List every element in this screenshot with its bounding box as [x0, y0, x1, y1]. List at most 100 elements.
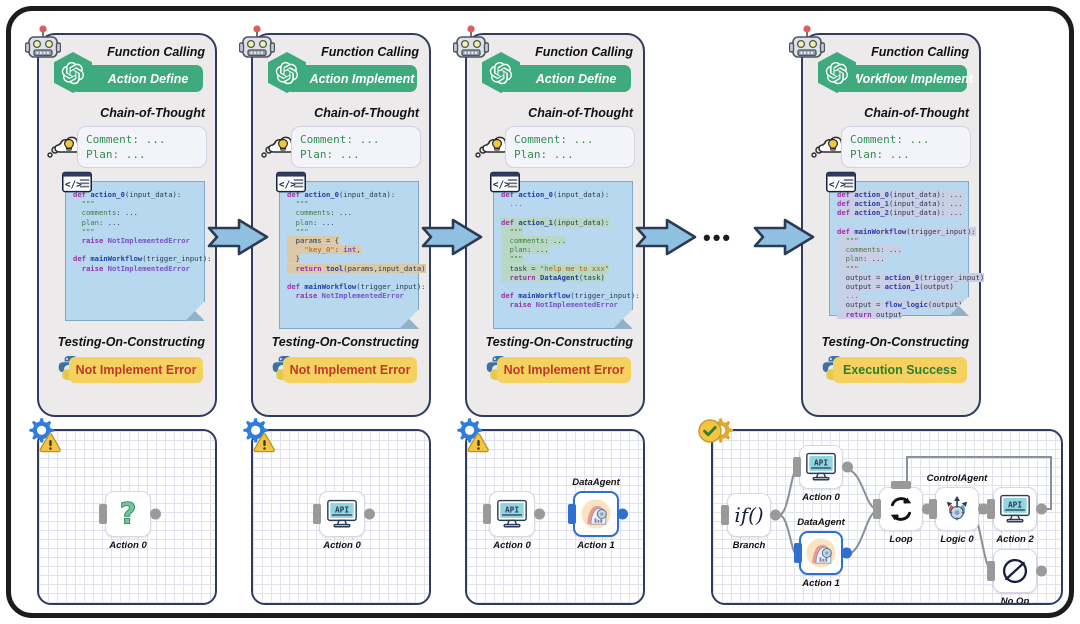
- node-output-port[interactable]: [770, 509, 781, 521]
- cot-box-1: Comment: ... Plan: ...: [77, 126, 207, 168]
- node-label-action-0: Action 0: [493, 540, 531, 551]
- code-file-icon: [488, 171, 520, 193]
- gear-warning-icon: [23, 417, 67, 457]
- testing-label: Testing-On-Constructing: [57, 335, 205, 349]
- workflow-node-action-2[interactable]: [987, 487, 1047, 531]
- workflow-node-action-1[interactable]: [794, 531, 852, 575]
- workflow-node-no-op[interactable]: [987, 549, 1047, 593]
- code-file-icon: [826, 171, 856, 193]
- workflow-node-loop[interactable]: [873, 481, 933, 531]
- workflow-node-action-0[interactable]: [99, 491, 161, 537]
- code-text-4: def action_0(input_data): ... def action…: [837, 190, 985, 319]
- node-output-port[interactable]: [364, 508, 375, 520]
- workflow-node-logic-0[interactable]: [929, 487, 989, 531]
- status-badge-3: Not Implement Error: [497, 357, 631, 383]
- node-label-action-0: Action 0: [109, 540, 147, 551]
- code-block-3: def action_0(input_data): ... def action…: [493, 181, 640, 329]
- right-arrow: [421, 217, 485, 257]
- code-block-1: def action_0(input_data): """ comments: …: [65, 181, 212, 321]
- cot-line-plan: Plan: ...: [514, 148, 574, 161]
- action-pill-3[interactable]: Action Define: [482, 52, 631, 93]
- node-input-port[interactable]: [873, 499, 881, 519]
- code-file-icon: [276, 171, 306, 193]
- flow-arrow-3: [635, 217, 699, 257]
- question-mark-icon: [111, 494, 145, 534]
- status-badge-label: Not Implement Error: [289, 363, 411, 377]
- node-input-port[interactable]: [987, 499, 995, 519]
- node-input-port[interactable]: [568, 504, 576, 524]
- node-label-action-0: Action 0: [323, 540, 361, 551]
- flow-arrow-1: [207, 217, 271, 257]
- testing-label: Testing-On-Constructing: [485, 335, 633, 349]
- diagram-stage: Function Calling Action Define Chain-of-Th…: [11, 11, 1079, 623]
- gear-warning-icon: [451, 417, 495, 457]
- robot-icon: [453, 25, 489, 67]
- gear-warning-icon: [451, 417, 495, 457]
- status-badge-4: Execution Success: [833, 357, 967, 383]
- cot-line-plan: Plan: ...: [850, 148, 910, 161]
- workflow-node-action-0[interactable]: [483, 491, 545, 537]
- function-calling-label: Function Calling: [321, 45, 419, 59]
- node-input-port[interactable]: [99, 504, 107, 524]
- function-calling-label: Function Calling: [871, 45, 969, 59]
- action-pill-1[interactable]: Action Define: [54, 52, 203, 93]
- agent-panel-3: Function Calling Action Define Chain-of-Th…: [465, 33, 645, 417]
- workflow-node-action-0[interactable]: [793, 445, 853, 489]
- api-monitor-icon: [998, 493, 1032, 525]
- gear-warning-icon: [237, 417, 281, 457]
- action-pill-label: Action Implement: [309, 71, 415, 86]
- diagram-frame: Function Calling Action Define Chain-of-Th…: [6, 6, 1074, 618]
- workflow-canvas-4[interactable]: Branch Action 0 Action 1 DataAgent Loop Logic…: [711, 429, 1063, 605]
- gear-check-icon: [697, 417, 741, 457]
- node-input-port[interactable]: [987, 561, 995, 581]
- chain-of-thought-label: Chain-of-Thought: [100, 106, 205, 120]
- action-pill-4[interactable]: Workflow Implement: [818, 52, 973, 93]
- agent-panel-2: Function Calling Action Implement Chain-of…: [251, 33, 431, 417]
- node-output-port[interactable]: [617, 508, 628, 520]
- status-badge-label: Not Implement Error: [75, 363, 197, 377]
- code-text-1: def action_0(input_data): """ comments: …: [73, 190, 212, 273]
- node-output-port[interactable]: [1036, 503, 1047, 515]
- agent-panel-4: Function Calling Workflow Implement Chain-…: [801, 33, 985, 417]
- openai-icon: [489, 61, 513, 85]
- node-output-port[interactable]: [842, 461, 853, 473]
- node-input-port[interactable]: [794, 543, 802, 563]
- cot-line-plan: Plan: ...: [300, 148, 360, 161]
- chain-of-thought-label: Chain-of-Thought: [314, 106, 419, 120]
- code-block-2: def action_0(input_data): """ comments: …: [279, 181, 426, 329]
- code-text-3: def action_0(input_data): ... def action…: [501, 190, 640, 310]
- node-input-port[interactable]: [483, 504, 491, 524]
- action-pill-2[interactable]: Action Implement: [268, 52, 417, 93]
- flow-ellipsis: •••: [703, 225, 733, 250]
- if-branch-icon: [730, 502, 768, 528]
- node-input-port[interactable]: [721, 505, 729, 525]
- node-input-port[interactable]: [929, 499, 937, 519]
- node-output-port[interactable]: [1036, 565, 1047, 577]
- node-input-port[interactable]: [793, 457, 801, 477]
- code-file-icon: [60, 171, 92, 193]
- action-pill-label: Action Define: [535, 71, 617, 86]
- cot-box-4: Comment: ... Plan: ...: [841, 126, 971, 168]
- robot-icon: [789, 25, 825, 67]
- data-agent-icon: [805, 537, 837, 569]
- cot-box-3: Comment: ... Plan: ...: [505, 126, 635, 168]
- code-text-2: def action_0(input_data): """ comments: …: [287, 190, 426, 301]
- node-input-port[interactable]: [313, 504, 321, 524]
- node-output-port[interactable]: [534, 508, 545, 520]
- robot-icon: [239, 25, 275, 67]
- workflow-node-action-0[interactable]: [313, 491, 375, 537]
- node-label-action-1: Action 1: [802, 578, 840, 589]
- workflow-node-branch[interactable]: [721, 493, 781, 537]
- data-agent-icon: [580, 498, 612, 530]
- node-top-label-controlagent: ControlAgent: [926, 473, 988, 484]
- workflow-node-action-1[interactable]: [568, 491, 628, 537]
- gear-check-icon: [697, 417, 741, 457]
- node-label-branch: Branch: [732, 540, 766, 551]
- node-output-port[interactable]: [841, 547, 852, 559]
- node-output-port[interactable]: [150, 508, 161, 520]
- cot-line-comment: Comment: ...: [300, 133, 380, 146]
- node-top-port[interactable]: [891, 481, 911, 489]
- loop-icon: [886, 494, 916, 524]
- testing-label: Testing-On-Constructing: [271, 335, 419, 349]
- robot-icon: [789, 25, 825, 67]
